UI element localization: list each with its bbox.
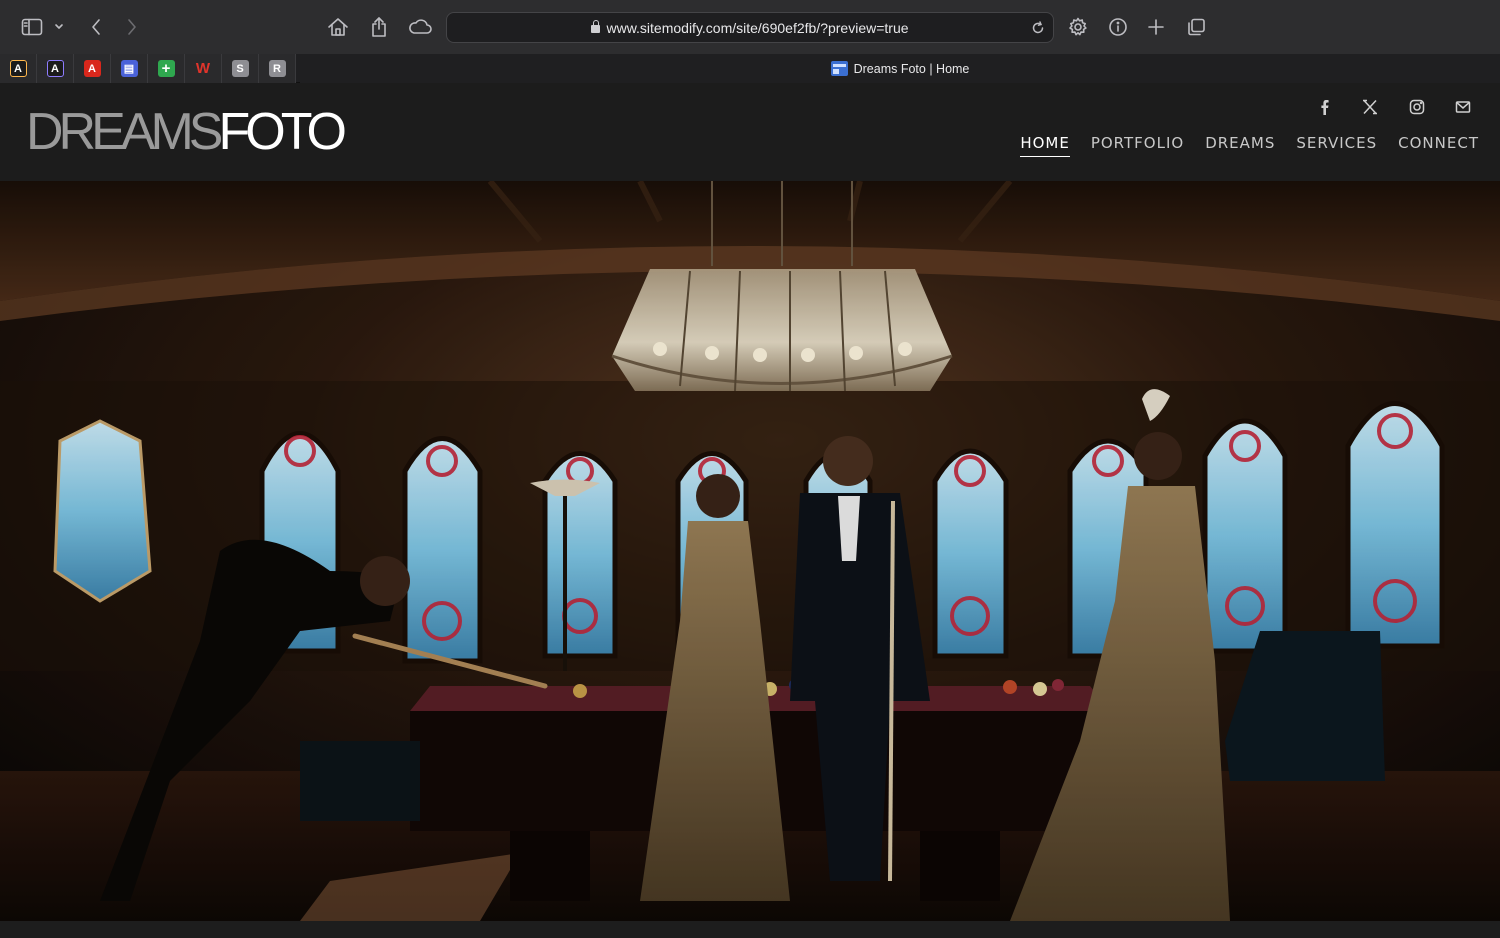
logo-part-foto: FOTO: [218, 103, 347, 161]
site-header: DREAMSFOTO HOME PORTFOLIO DREAMS SERVICE…: [0, 83, 1500, 181]
tab-bar: A A A ▤ + W S R Dreams Foto | Home: [0, 54, 1500, 83]
forward-icon[interactable]: [116, 11, 148, 43]
adobe-acrobat-icon: A: [83, 60, 101, 77]
site-favicon-icon: [830, 61, 848, 76]
pinned-tab[interactable]: S: [222, 54, 259, 83]
hero-photo: [0, 181, 1500, 921]
logo-part-dreams: DREAMS: [26, 103, 223, 161]
nav-services[interactable]: SERVICES: [1296, 134, 1377, 157]
instagram-icon[interactable]: [1406, 96, 1428, 118]
pinned-tab[interactable]: +: [148, 54, 185, 83]
nav-dreams[interactable]: DREAMS: [1205, 134, 1275, 157]
x-twitter-icon[interactable]: [1359, 96, 1381, 118]
pinned-tab[interactable]: W: [185, 54, 222, 83]
url-text[interactable]: www.sitemodify.com/site/690ef2fb/?previe…: [447, 20, 1053, 36]
tab-overview-icon[interactable]: [1180, 11, 1212, 43]
active-tab-title: Dreams Foto | Home: [853, 61, 970, 76]
nav-connect[interactable]: CONNECT: [1398, 134, 1479, 157]
pinned-tab[interactable]: R: [259, 54, 296, 83]
info-icon[interactable]: [1102, 11, 1134, 43]
new-tab-icon[interactable]: [1140, 11, 1172, 43]
share-icon[interactable]: [363, 11, 395, 43]
back-icon[interactable]: [80, 11, 112, 43]
home-icon[interactable]: [322, 11, 354, 43]
active-tab[interactable]: Dreams Foto | Home: [300, 54, 1500, 83]
s-app-icon: S: [231, 60, 249, 77]
facebook-icon[interactable]: [1313, 96, 1335, 118]
reload-icon[interactable]: [1027, 17, 1049, 39]
plus-green-app-icon: +: [157, 60, 175, 77]
main-nav: HOME PORTFOLIO DREAMS SERVICES CONNECT: [1020, 134, 1479, 157]
gear-icon[interactable]: [1062, 11, 1094, 43]
adobe-creative-icon: A: [46, 60, 64, 77]
mail-icon[interactable]: [1452, 96, 1474, 118]
page-bottom-strip: [0, 921, 1500, 938]
pinned-tab[interactable]: A: [74, 54, 111, 83]
r-app-icon: R: [268, 60, 286, 77]
sidebar-menu-chevron-icon[interactable]: [46, 11, 72, 43]
w-app-icon: W: [195, 60, 211, 77]
nav-portfolio[interactable]: PORTFOLIO: [1091, 134, 1184, 157]
pinned-tab[interactable]: ▤: [111, 54, 148, 83]
calendar-app-icon: ▤: [120, 60, 138, 77]
site-logo[interactable]: DREAMSFOTO: [26, 103, 347, 161]
lock-icon: [591, 20, 601, 33]
browser-toolbar: www.sitemodify.com/site/690ef2fb/?previe…: [0, 0, 1500, 54]
url-value: www.sitemodify.com/site/690ef2fb/?previe…: [606, 20, 909, 36]
sidebar-toggle-icon[interactable]: [16, 11, 48, 43]
nav-home[interactable]: HOME: [1020, 134, 1070, 157]
hero-illustration: [0, 181, 1500, 921]
adobe-creative-icon: A: [9, 60, 27, 77]
pinned-tab[interactable]: A: [0, 54, 37, 83]
pinned-tab[interactable]: A: [37, 54, 74, 83]
address-bar[interactable]: www.sitemodify.com/site/690ef2fb/?previe…: [446, 12, 1054, 43]
icloud-icon[interactable]: [404, 11, 436, 43]
